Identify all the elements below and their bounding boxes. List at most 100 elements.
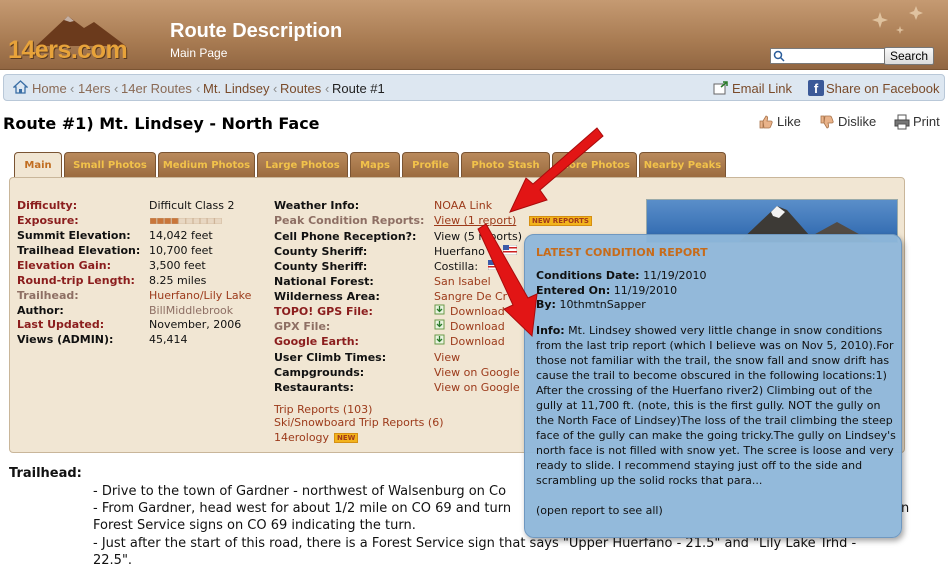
stat-value[interactable]: NOAA Link [434,199,492,212]
report-info: Info: Mt. Lindsey showed very little cha… [536,324,896,487]
stat-value: 45,414 [149,333,188,346]
exposure-segment [156,218,164,224]
breadcrumb-routes[interactable]: Routes [280,81,321,96]
stat-label: Restaurants: [274,381,354,394]
trip-reports-link[interactable]: Trip Reports (103) [274,403,372,416]
flag-icon[interactable] [503,245,517,255]
stat-value[interactable]: San Isabel [434,275,491,288]
breadcrumb-14er-routes[interactable]: 14er Routes [121,81,192,96]
thumbs-up-icon[interactable] [758,114,774,130]
stat-value[interactable]: View on Google [434,366,520,379]
search-button[interactable]: Search [884,47,934,65]
report-author: By: 10thmtnSapper [536,298,646,311]
trailhead-line: - Just after the start of this road, the… [93,536,857,551]
14erology-link[interactable]: 14erology [274,431,329,444]
stat-value: 10,700 feet [149,244,213,257]
stat-value: November, 2006 [149,318,242,331]
stat-value[interactable]: View [434,351,460,364]
stat-label: Google Earth: [274,335,359,348]
exposure-segment [207,218,215,224]
stat-label: Wilderness Area: [274,290,380,303]
thumbs-down-icon[interactable] [819,114,835,130]
stat-value[interactable]: View (1 report) [434,214,516,227]
tab-small-photos[interactable]: Small Photos [64,152,156,178]
stat-value[interactable]: View on Google [434,381,520,394]
breadcrumb-separator: ‹ [273,81,278,96]
stat-value: Difficult Class 2 [149,199,235,212]
breadcrumb-home[interactable]: Home [32,81,67,96]
stat-label: Exposure: [17,214,79,227]
flag-icon[interactable] [488,260,502,270]
exposure-segment [150,218,157,224]
breadcrumb: Home ‹ 14ers ‹ 14er Routes ‹ Mt. Lindsey… [3,74,945,101]
stat-value[interactable]: Sangre De Cr [434,290,507,303]
stat-label: National Forest: [274,275,374,288]
exposure-segment [185,218,193,224]
stat-label: Elevation Gain: [17,259,112,272]
stat-label: Trailhead Elevation: [17,244,141,257]
tab-large-photos[interactable]: Large Photos [257,152,348,178]
breadcrumb-peak[interactable]: Mt. Lindsey [203,81,269,96]
stat-label: Views (ADMIN): [17,333,114,346]
email-link-icon[interactable] [713,80,729,96]
new-reports-badge: NEW REPORTS [529,216,592,226]
stat-label: County Sheriff: [274,245,368,258]
breadcrumb-current: Route #1 [332,81,385,96]
tab-profile[interactable]: Profile [402,152,459,178]
stat-label: Last Updated: [17,318,105,331]
stat-value[interactable]: Download [450,305,505,318]
exposure-segment [178,218,186,224]
stat-value[interactable]: Download [450,335,505,348]
tab-nearby-peaks[interactable]: Nearby Peaks [639,152,726,178]
tab-maps[interactable]: Maps [350,152,400,178]
breadcrumb-separator: ‹ [325,81,330,96]
condition-report-popup[interactable]: LATEST CONDITION REPORT Conditions Date:… [524,234,902,538]
email-link[interactable]: Email Link [732,81,792,96]
stat-label: Trailhead: [17,289,79,302]
download-icon[interactable] [434,304,445,315]
tab-photo-stash[interactable]: Photo Stash [461,152,550,178]
trailhead-line-tail: n [901,501,910,516]
exposure-segment [164,218,172,224]
popup-title: LATEST CONDITION REPORT [536,246,708,259]
open-report-link[interactable]: (open report to see all) [536,504,663,517]
exposure-rating-bar [150,218,222,224]
stat-label: Peak Condition Reports: [274,214,425,227]
page-root: 14ers.com Route Description Main Page Se… [0,0,948,573]
tab-medium-photos[interactable]: Medium Photos [158,152,255,178]
stat-value[interactable]: Download [450,320,505,333]
stat-label: GPX File: [274,320,331,333]
print-button[interactable]: Print [913,114,940,129]
breadcrumb-separator: ‹ [196,81,201,96]
facebook-icon[interactable]: f [808,80,824,96]
stat-value: View (5 reports) [434,230,523,243]
printer-icon[interactable] [894,114,910,130]
exposure-segment [171,218,179,224]
stat-label: Summit Elevation: [17,229,131,242]
tab-more-photos[interactable]: More Photos [552,152,637,178]
trailhead-heading: Trailhead: [9,466,82,481]
breadcrumb-14ers[interactable]: 14ers [78,81,111,96]
trailhead-line: - From Gardner, head west for about 1/2 … [93,501,512,516]
download-icon[interactable] [434,334,445,345]
ski-trip-reports-link[interactable]: Ski/Snowboard Trip Reports (6) [274,416,444,429]
stat-value: 3,500 feet [149,259,206,272]
download-icon[interactable] [434,319,445,330]
stat-value: 8.25 miles [149,274,207,287]
search-icon [773,50,785,62]
like-button[interactable]: Like [777,114,801,129]
dislike-button[interactable]: Dislike [838,114,876,129]
home-icon[interactable] [13,80,28,95]
stat-value[interactable]: Huerfano/Lily Lake [149,289,251,302]
entered-on: Entered On: 11/19/2010 [536,284,678,297]
stat-value: 14,042 feet [149,229,213,242]
site-header: 14ers.com Route Description Main Page Se… [0,0,948,70]
stat-label: User Climb Times: [274,351,387,364]
stat-value[interactable]: BillMiddlebrook [149,304,233,317]
conditions-date: Conditions Date: 11/19/2010 [536,269,707,282]
stat-label: Weather Info: [274,199,360,212]
tab-main[interactable]: Main [14,152,62,180]
logo-text[interactable]: 14ers.com [8,36,128,65]
share-facebook-link[interactable]: Share on Facebook [826,81,939,96]
trailhead-line: 22.5". [93,553,133,568]
